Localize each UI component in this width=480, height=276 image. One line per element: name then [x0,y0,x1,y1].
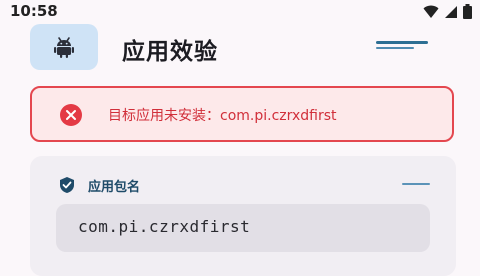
menu-lines-icon[interactable] [372,41,460,61]
menu-line-primary [376,41,428,44]
status-icons [423,4,472,19]
menu-line-secondary [376,47,414,49]
status-bar: 10:58 [0,0,480,24]
error-banner: 目标应用未安装：com.pi.czrxdfirst [30,86,454,142]
collapse-toggle[interactable] [402,183,430,185]
error-message: 目标应用未安装：com.pi.czrxdfirst [108,108,337,124]
android-icon [54,37,74,58]
cellular-signal-icon [445,5,457,18]
app-icon-box [30,24,98,70]
package-name-field[interactable]: com.pi.czrxdfirst [56,204,430,252]
package-card-label: 应用包名 [88,180,141,195]
package-name-value: com.pi.czrxdfirst [78,217,251,236]
package-card: 应用包名 com.pi.czrxdfirst [30,156,456,276]
battery-icon [463,4,472,19]
error-circle-icon [60,104,82,126]
header: 应用效验 [0,24,480,80]
close-x-icon [66,110,76,120]
shield-check-icon [60,177,74,193]
status-time: 10:58 [10,2,58,20]
page-title: 应用效验 [122,39,218,65]
wifi-icon [423,5,439,18]
